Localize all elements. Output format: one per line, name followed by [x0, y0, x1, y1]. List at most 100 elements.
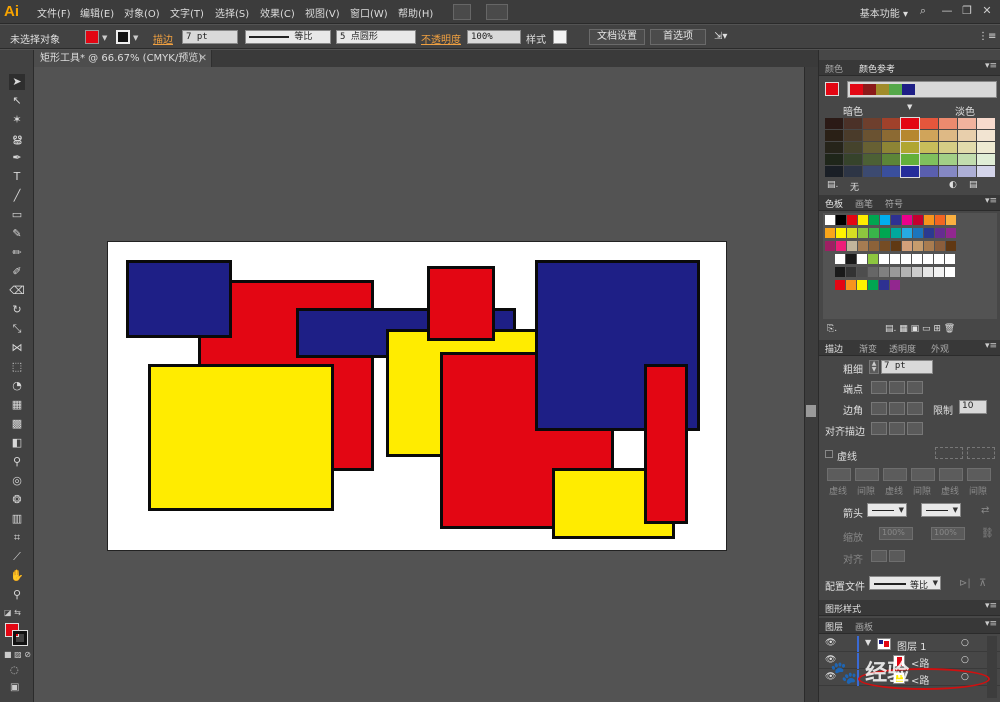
- swatch[interactable]: [869, 215, 879, 225]
- swatch[interactable]: [924, 215, 934, 225]
- color-guide-cell[interactable]: [920, 142, 938, 153]
- width-tool-icon[interactable]: ⋈: [9, 340, 25, 356]
- base-color-swatch[interactable]: [825, 82, 839, 96]
- color-guide-cell[interactable]: [882, 142, 900, 153]
- default-colors-icon[interactable]: ◪ ⇆: [4, 608, 21, 617]
- drawing-mode-icon[interactable]: ◌: [10, 665, 19, 676]
- swatch[interactable]: [857, 254, 867, 264]
- swatch[interactable]: [946, 228, 956, 238]
- limit-field[interactable]: 10: [959, 400, 987, 414]
- link-scale-icon[interactable]: ⛓: [981, 528, 994, 539]
- swatch[interactable]: [945, 267, 955, 277]
- color-guide-cell[interactable]: [900, 129, 920, 142]
- color-guide-cell[interactable]: [825, 118, 843, 129]
- workspace-switcher[interactable]: 基本功能 ▾: [860, 5, 908, 20]
- swatch[interactable]: [835, 280, 845, 290]
- harmony-color-swatch[interactable]: [889, 84, 902, 95]
- color-guide-cell[interactable]: [977, 142, 995, 153]
- swatch[interactable]: [890, 267, 900, 277]
- brush-definition[interactable]: 5 点圆形: [336, 30, 416, 44]
- color-guide-cell[interactable]: [939, 118, 957, 129]
- arrange-icon[interactable]: ⇲▾: [714, 31, 727, 42]
- tab-appearance[interactable]: 外观: [931, 342, 949, 355]
- swatch[interactable]: [835, 267, 845, 277]
- arrange-documents-button[interactable]: [486, 4, 508, 20]
- miter-join-button[interactable]: [871, 402, 887, 415]
- swatch[interactable]: [935, 215, 945, 225]
- swatch[interactable]: [880, 241, 890, 251]
- swatch[interactable]: [902, 241, 912, 251]
- swatch[interactable]: [890, 280, 900, 290]
- paintbrush-tool-icon[interactable]: ✎: [9, 226, 25, 242]
- color-guide-cell[interactable]: [920, 166, 938, 177]
- panel-menu-icon[interactable]: ▾≡: [985, 61, 997, 71]
- swatch[interactable]: [891, 241, 901, 251]
- swatch[interactable]: [857, 280, 867, 290]
- color-guide-cell[interactable]: [977, 166, 995, 177]
- gap-field[interactable]: [855, 468, 879, 481]
- chevron-down-icon[interactable]: ▼: [907, 103, 912, 111]
- dash-field[interactable]: [827, 468, 851, 481]
- tab-layers[interactable]: 图层: [825, 620, 843, 633]
- start-scale-field[interactable]: 100%: [879, 527, 913, 540]
- align-inside-button[interactable]: [889, 422, 905, 435]
- rotate-tool-icon[interactable]: ↻: [9, 302, 25, 318]
- tab-swatches[interactable]: 色板: [825, 197, 843, 210]
- tab-color-guide[interactable]: 颜色参考: [859, 62, 895, 75]
- harmony-color-swatch[interactable]: [850, 84, 863, 95]
- swatch[interactable]: [836, 215, 846, 225]
- color-guide-cell[interactable]: [958, 142, 976, 153]
- opacity-field[interactable]: 100%: [467, 30, 521, 44]
- color-guide-cell[interactable]: [863, 118, 881, 129]
- menu-window[interactable]: 窗口(W): [350, 5, 388, 20]
- swatch[interactable]: [880, 215, 890, 225]
- color-guide-cell[interactable]: [920, 118, 938, 129]
- color-guide-cell[interactable]: [977, 154, 995, 165]
- graphic-style-swatch[interactable]: [553, 30, 567, 44]
- menu-file[interactable]: 文件(F): [37, 5, 71, 20]
- color-guide-cell[interactable]: [939, 166, 957, 177]
- dash-field[interactable]: [939, 468, 963, 481]
- align-dash-button[interactable]: [967, 447, 995, 459]
- tab-artboards[interactable]: 画板: [855, 620, 873, 633]
- color-guide-cell[interactable]: [825, 130, 843, 141]
- profile-dropdown[interactable]: 等比 ▼: [869, 576, 941, 591]
- swatch[interactable]: [836, 228, 846, 238]
- type-tool-icon[interactable]: T: [9, 169, 25, 185]
- swatch-options-icons[interactable]: ▤. ▦ ▣ ▭ ⊞ 🗑: [885, 324, 955, 334]
- eyedropper-tool-icon[interactable]: ⚲: [9, 454, 25, 470]
- swatch[interactable]: [879, 280, 889, 290]
- panel-menu-icon[interactable]: ▾≡: [985, 196, 997, 206]
- flip-across-icon[interactable]: ⊼: [979, 578, 986, 589]
- swatch[interactable]: [913, 228, 923, 238]
- tab-gradient[interactable]: 渐变: [859, 342, 877, 355]
- shape-builder-tool-icon[interactable]: ◔: [9, 378, 25, 394]
- layer-name[interactable]: 图层 1: [897, 638, 927, 653]
- menu-object[interactable]: 对象(O): [124, 5, 160, 20]
- eraser-tool-icon[interactable]: ⌫: [9, 283, 25, 299]
- arrow-align-button[interactable]: [889, 550, 905, 562]
- line-tool-icon[interactable]: ╱: [9, 188, 25, 204]
- swatch[interactable]: [879, 254, 889, 264]
- color-guide-cell[interactable]: [920, 154, 938, 165]
- color-guide-cell[interactable]: [958, 118, 976, 129]
- swatch[interactable]: [858, 241, 868, 251]
- swatch[interactable]: [880, 228, 890, 238]
- round-cap-button[interactable]: [889, 381, 905, 394]
- hand-tool-icon[interactable]: ✋: [9, 568, 25, 584]
- menu-help[interactable]: 帮助(H): [398, 5, 433, 20]
- save-swatches-icon[interactable]: ▤: [969, 180, 978, 190]
- menu-type[interactable]: 文字(T): [170, 5, 204, 20]
- swatch[interactable]: [934, 254, 944, 264]
- yellow-rectangle[interactable]: [148, 364, 334, 511]
- artboard-tool-icon[interactable]: ⌗: [9, 530, 25, 546]
- swatch-library-icon[interactable]: ▤.: [827, 180, 838, 190]
- swap-arrows-icon[interactable]: ⇄: [981, 505, 989, 516]
- slice-tool-icon[interactable]: ⟋: [9, 549, 25, 565]
- bridge-button[interactable]: [453, 4, 471, 20]
- projecting-cap-button[interactable]: [907, 381, 923, 394]
- direct-selection-tool-icon[interactable]: ↖: [9, 93, 25, 109]
- color-guide-cell[interactable]: [844, 118, 862, 129]
- swatch[interactable]: [923, 254, 933, 264]
- swatch[interactable]: [902, 228, 912, 238]
